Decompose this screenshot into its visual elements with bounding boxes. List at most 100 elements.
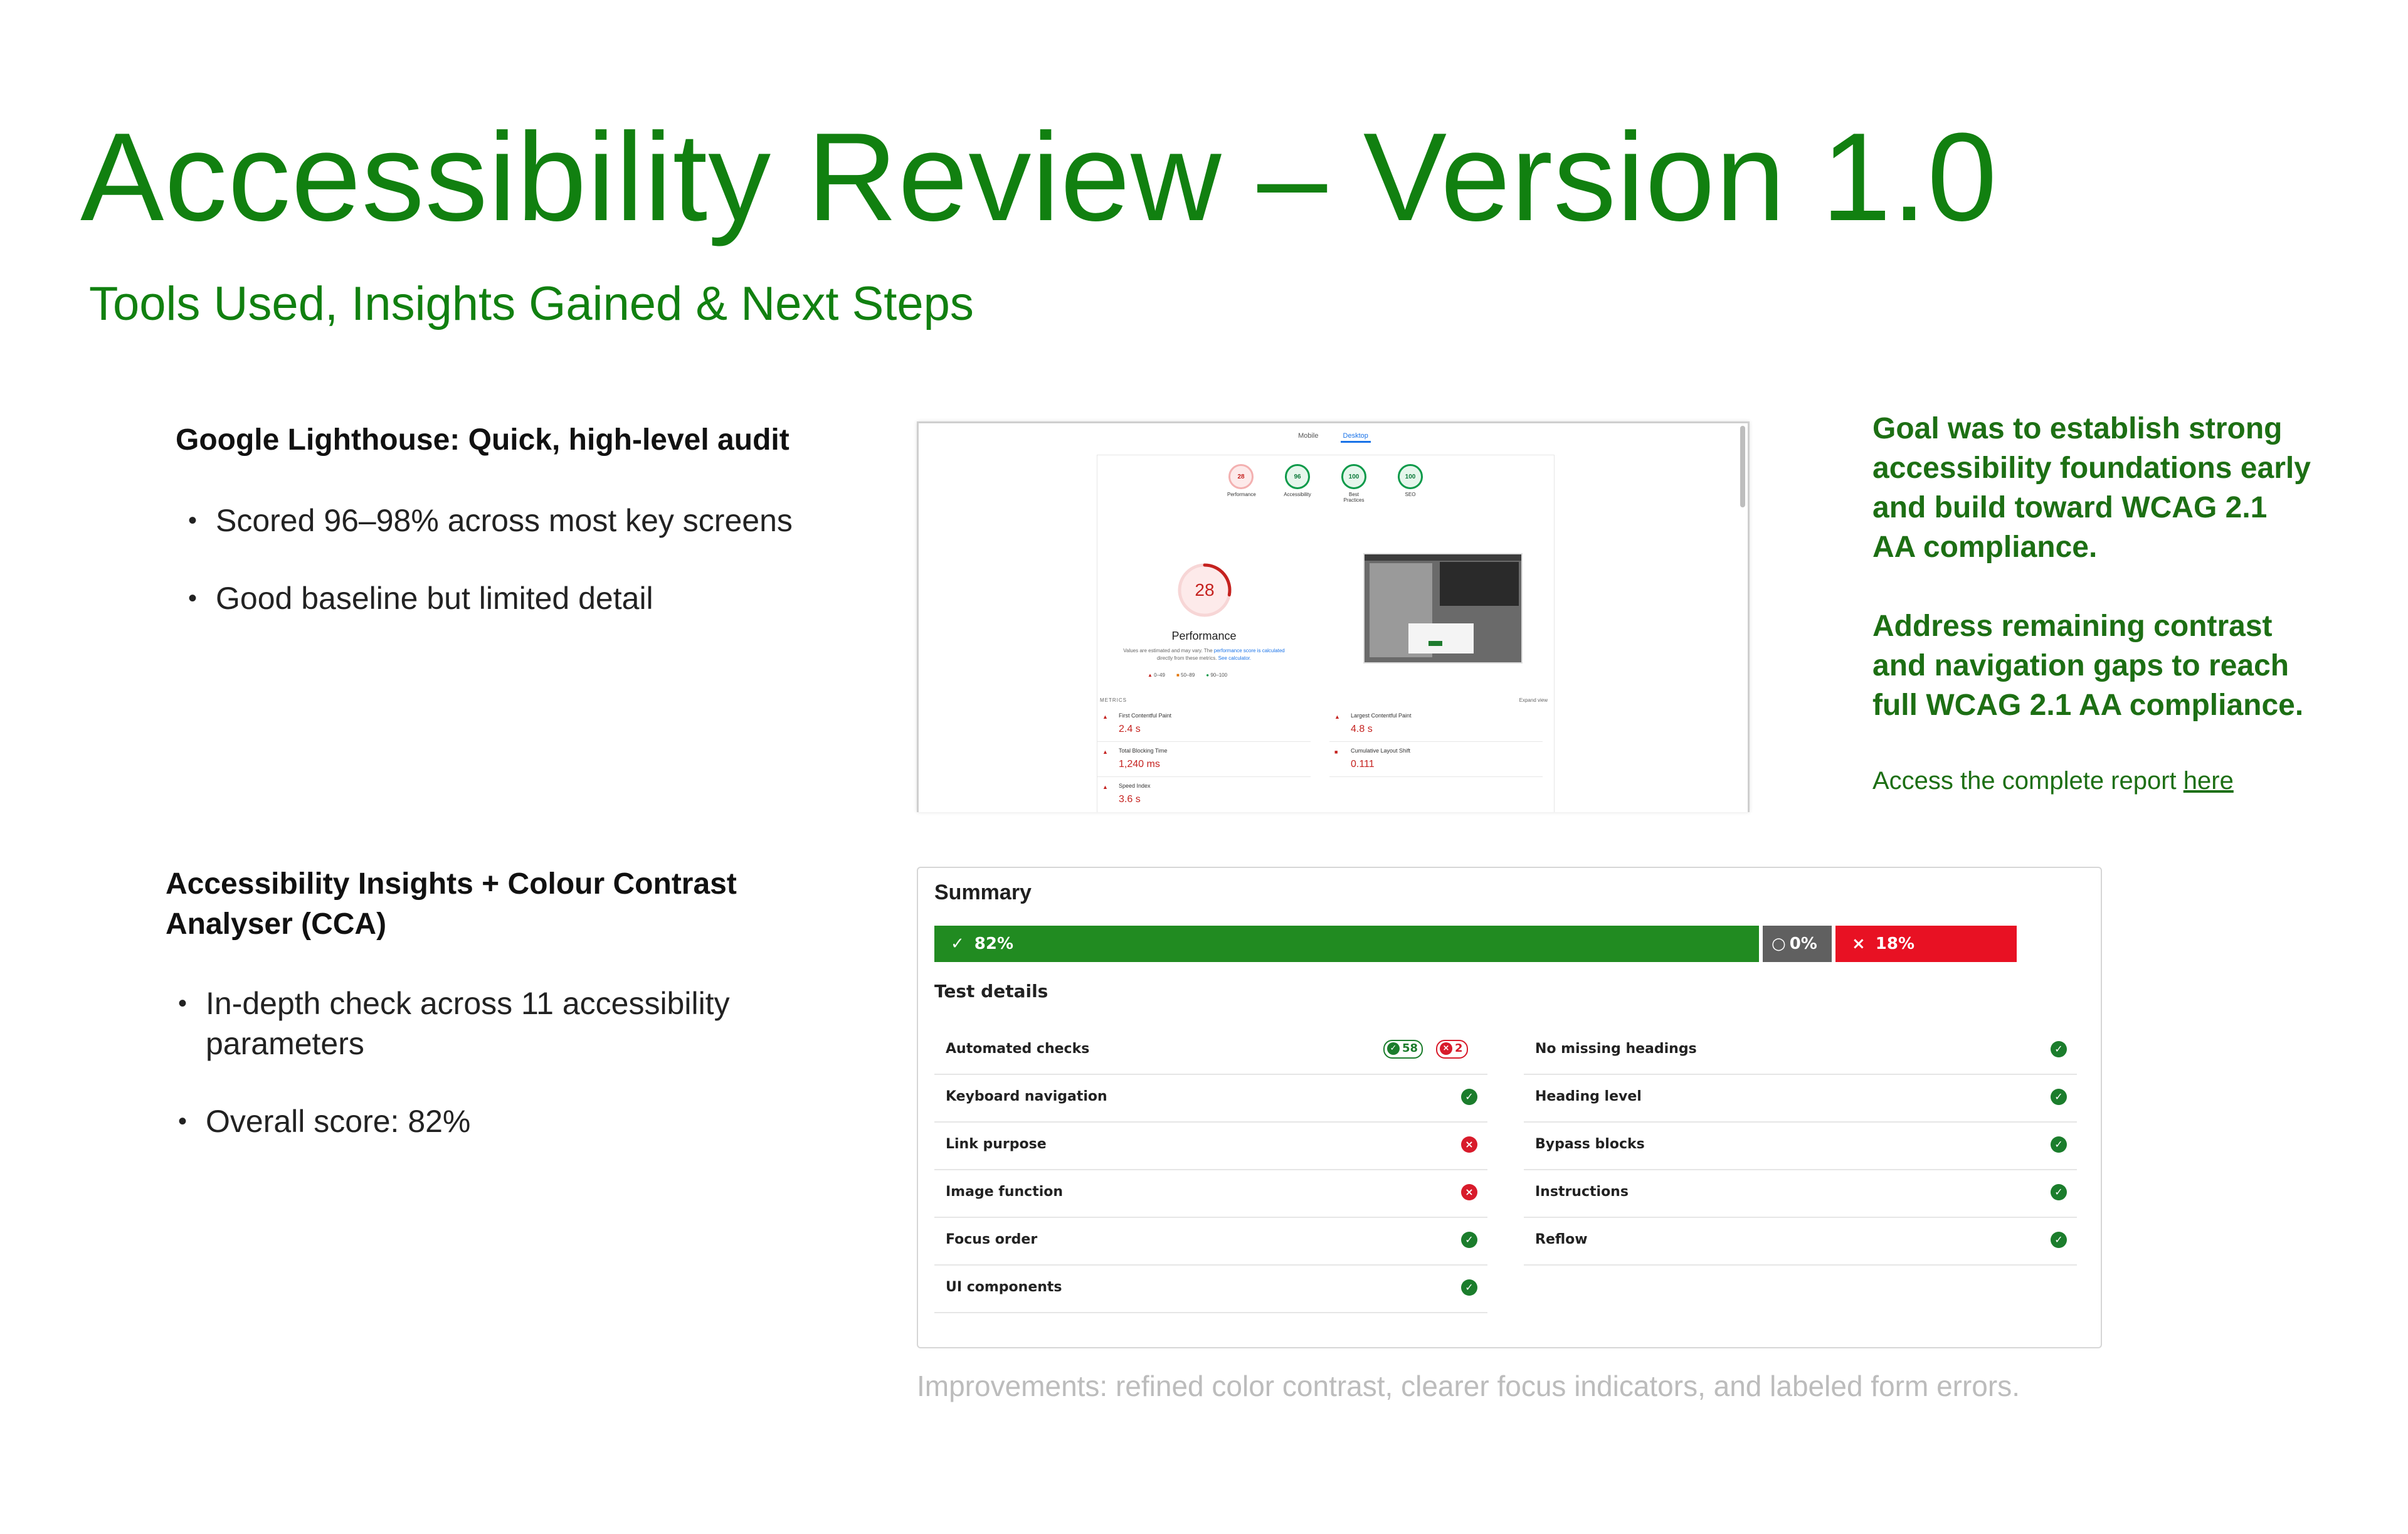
- next-step-paragraph: Address remaining contrast and navigatio…: [1872, 610, 2304, 722]
- page-title: Accessibility Review – Version 1.0: [80, 107, 1998, 247]
- check-icon: ✓: [2051, 1089, 2067, 1105]
- goal-paragraph: Goal was to establish strong accessibili…: [1872, 412, 2311, 564]
- score-calc-link[interactable]: performance score is calculated: [1214, 648, 1285, 653]
- gauge-accessibility[interactable]: 96 Accessibility: [1284, 464, 1311, 503]
- calculator-link[interactable]: See calculator.: [1218, 655, 1251, 661]
- check-icon: ✓: [2051, 1232, 2067, 1248]
- legend-average: ■ 50–89: [1176, 672, 1195, 678]
- test-label: No missing headings: [1535, 1041, 1697, 1057]
- triangle-icon: ▲: [1334, 714, 1340, 720]
- metrics-label: METRICS: [1100, 697, 1127, 703]
- test-label: UI components: [946, 1279, 1062, 1295]
- test-row-automated-checks[interactable]: Automated checks ✓ 58 × 2: [934, 1026, 1487, 1075]
- fail-count-badge: × 2: [1436, 1040, 1468, 1059]
- test-row-link-purpose[interactable]: Link purpose ×: [934, 1121, 1487, 1170]
- square-icon: ■: [1176, 672, 1180, 678]
- gauge-seo[interactable]: 100 SEO: [1397, 464, 1424, 503]
- thumb-header: [1365, 554, 1521, 561]
- test-row-heading-level[interactable]: Heading level ✓: [1524, 1074, 2077, 1123]
- lighthouse-bullet: Good baseline but limited detail: [183, 578, 873, 618]
- lighthouse-bullet: Scored 96–98% across most key screens: [183, 500, 873, 541]
- test-row-image-function[interactable]: Image function ×: [934, 1169, 1487, 1218]
- pass-bar: ✓ 82%: [934, 926, 1759, 962]
- test-label: Keyboard navigation: [946, 1089, 1107, 1104]
- test-row-instructions[interactable]: Instructions ✓: [1524, 1169, 2077, 1218]
- category-gauges: 28 Performance 96 Accessibility 100 Best…: [1097, 464, 1554, 503]
- metric-value: 4.8 s: [1351, 724, 1373, 734]
- check-icon: ✓: [1387, 1042, 1400, 1055]
- pass-count-badge: ✓ 58: [1383, 1040, 1423, 1059]
- metric-name: First Contentful Paint: [1119, 712, 1172, 719]
- test-row-keyboard-navigation[interactable]: Keyboard navigation ✓: [934, 1074, 1487, 1123]
- metric-fcp: ▲ First Contentful Paint 2.4 s: [1097, 709, 1311, 742]
- metric-speed-index: ▲ Speed Index 3.6 s: [1097, 779, 1311, 812]
- test-label: Instructions: [1535, 1184, 1629, 1200]
- report-link[interactable]: here: [2184, 767, 2234, 795]
- lighthouse-heading: Google Lighthouse: Quick, high-level aud…: [176, 423, 789, 457]
- gauge-performance[interactable]: 28 Performance: [1227, 464, 1256, 503]
- check-icon: ✓: [2051, 1136, 2067, 1153]
- circle-icon: ●: [1206, 672, 1210, 678]
- test-row-no-missing-headings[interactable]: No missing headings ✓: [1524, 1026, 2077, 1075]
- page-subtitle: Tools Used, Insights Gained & Next Steps: [89, 277, 974, 331]
- insights-bullets: In-depth check across 11 accessibility p…: [173, 983, 863, 1179]
- metric-tbt: ▲ Total Blocking Time 1,240 ms: [1097, 744, 1311, 777]
- triangle-icon: ▲: [1102, 784, 1108, 790]
- test-row-ui-components[interactable]: UI components ✓: [934, 1264, 1487, 1313]
- legend-good: ● 90–100: [1206, 672, 1227, 678]
- circle-icon: ○: [1772, 934, 1786, 953]
- test-label: Link purpose: [946, 1136, 1047, 1152]
- legend-label: 90–100: [1210, 672, 1228, 678]
- summary-card: Summary ✓ 82% ○ 0% × 18% Test details Autom…: [917, 867, 2102, 1348]
- report-access: Access the complete report here: [1872, 764, 2234, 798]
- insights-bullet: In-depth check across 11 accessibility p…: [173, 983, 863, 1064]
- incomplete-percent: 0%: [1789, 934, 1817, 953]
- metric-name: Total Blocking Time: [1119, 748, 1168, 754]
- lighthouse-report-screenshot: Mobile Desktop 28 Performance 96 Accessi…: [917, 421, 1750, 812]
- test-row-reflow[interactable]: Reflow ✓: [1524, 1217, 2077, 1266]
- test-row-bypass-blocks[interactable]: Bypass blocks ✓: [1524, 1121, 2077, 1170]
- performance-label: Performance: [1171, 630, 1237, 642]
- gauge-label: Accessibility: [1284, 492, 1311, 497]
- score-legend: ▲ 0–49 ■ 50–89 ● 90–100: [1148, 672, 1227, 678]
- cross-icon: ×: [1440, 1042, 1452, 1055]
- metric-name: Speed Index: [1119, 783, 1151, 789]
- check-icon: ✓: [2051, 1184, 2067, 1200]
- metric-name: Cumulative Layout Shift: [1351, 748, 1411, 754]
- pass-percent: 82%: [974, 934, 1014, 953]
- goal-statement: Goal was to establish strong accessibili…: [1872, 409, 2311, 764]
- metric-value: 0.111: [1351, 759, 1375, 770]
- legend-poor: ▲ 0–49: [1148, 672, 1165, 678]
- test-label: Reflow: [1535, 1232, 1588, 1247]
- expand-view-link[interactable]: Expand view: [1519, 697, 1548, 703]
- improvements-note: Improvements: refined color contrast, cl…: [917, 1370, 2020, 1402]
- fail-bar: × 18%: [1835, 926, 2017, 962]
- gauge-score: 100: [1398, 464, 1423, 489]
- cross-icon: ×: [1461, 1184, 1477, 1200]
- tab-desktop[interactable]: Desktop: [1340, 431, 1371, 443]
- gauge-label: Performance: [1227, 492, 1256, 497]
- legend-label: 50–89: [1181, 672, 1195, 678]
- gauge-label: Best Practices: [1343, 492, 1365, 503]
- check-icon: ✓: [1461, 1279, 1477, 1296]
- gauge-score: 96: [1285, 464, 1310, 489]
- square-icon: ■: [1334, 749, 1338, 755]
- gauge-best-practices[interactable]: 100 Best Practices: [1340, 464, 1368, 503]
- report-access-text: Access the complete report: [1872, 767, 2184, 795]
- check-icon: ✓: [1461, 1089, 1477, 1105]
- insights-heading: Accessibility Insights + Colour Contrast…: [166, 867, 737, 941]
- summary-title: Summary: [934, 881, 1032, 904]
- check-icon: ✓: [951, 934, 964, 953]
- metric-value: 1,240 ms: [1119, 759, 1160, 770]
- incomplete-bar: ○ 0%: [1763, 926, 1832, 962]
- fail-count: 2: [1455, 1042, 1463, 1055]
- tab-mobile[interactable]: Mobile: [1296, 431, 1321, 441]
- metric-value: 3.6 s: [1119, 794, 1141, 805]
- test-row-focus-order[interactable]: Focus order ✓: [934, 1217, 1487, 1266]
- note-text: directly from these metrics.: [1156, 655, 1217, 661]
- fail-percent: 18%: [1875, 934, 1915, 953]
- device-tabs: Mobile Desktop: [919, 431, 1748, 443]
- metric-name: Largest Contentful Paint: [1351, 712, 1412, 719]
- cross-icon: ×: [1461, 1136, 1477, 1153]
- pass-count: 58: [1402, 1042, 1418, 1055]
